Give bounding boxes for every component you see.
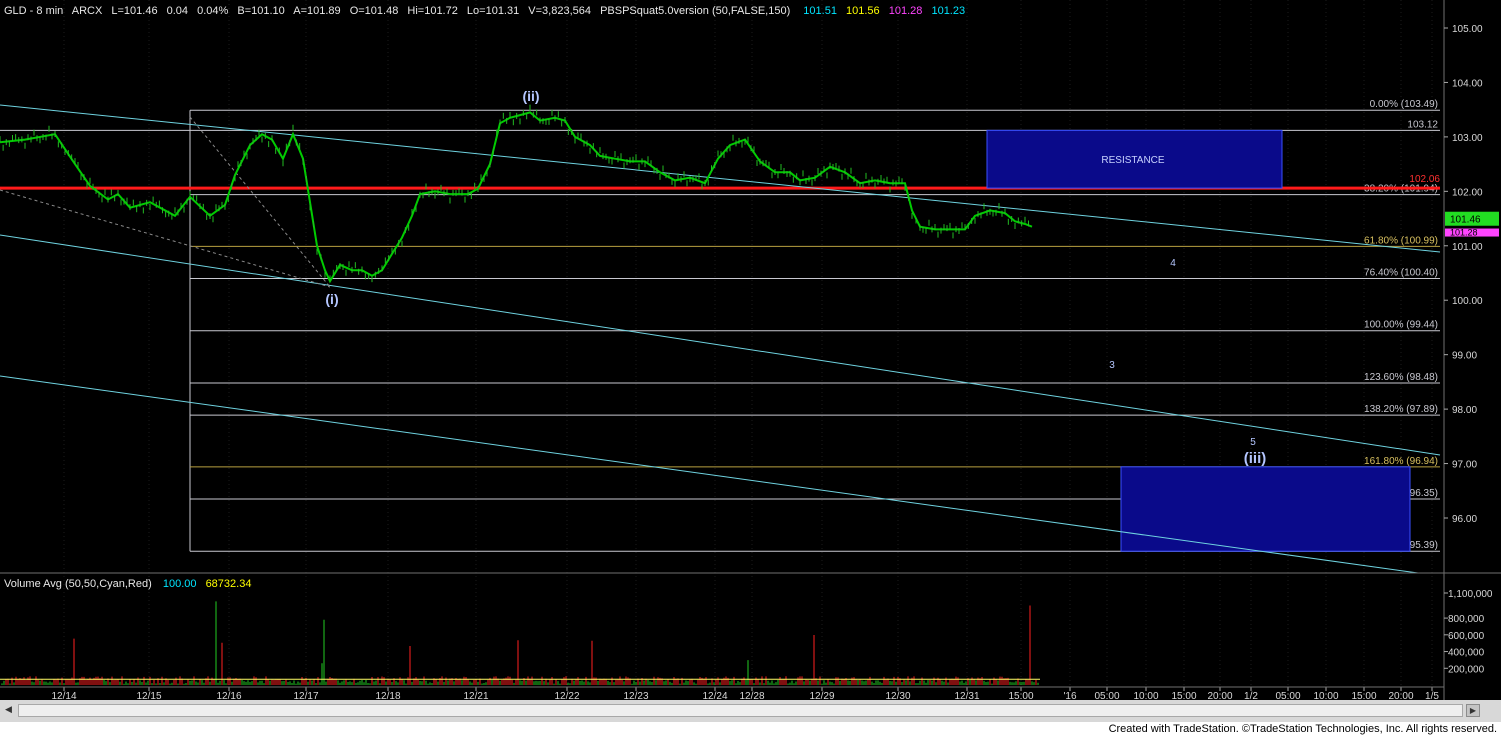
time-tick-label: 12/16 bbox=[216, 691, 241, 700]
indicator-price-tag-label: 101.28 bbox=[1450, 228, 1478, 238]
wave-ii-label: (ii) bbox=[522, 88, 539, 104]
scroll-right-arrow-icon[interactable]: ▶ bbox=[1466, 704, 1480, 717]
price-tick-label: 105.00 bbox=[1452, 24, 1483, 35]
volume-tick-label: 1,100,000 bbox=[1448, 589, 1493, 600]
time-tick-label: 12/17 bbox=[293, 691, 318, 700]
time-tick-label: 1/5 bbox=[1425, 691, 1439, 700]
chart-canvas[interactable]: 0.00% (103.49)103.1238.20% (101.94)61.80… bbox=[0, 0, 1501, 700]
volume-tick-label: 400,000 bbox=[1448, 648, 1485, 659]
fib-level-label: 161.80% (96.94) bbox=[1364, 456, 1438, 467]
time-tick-label: 05:00 bbox=[1275, 691, 1300, 700]
volume-value-1: 100.00 bbox=[163, 578, 197, 590]
time-tick-label: 12/31 bbox=[954, 691, 979, 700]
fib-level-label: 0.00% (103.49) bbox=[1370, 99, 1438, 110]
price-tick-label: 103.00 bbox=[1452, 133, 1483, 144]
subwave-3-label: 3 bbox=[1109, 360, 1115, 371]
subwave-4-label: 4 bbox=[1170, 258, 1176, 269]
footer: Created with TradeStation. ©TradeStation… bbox=[0, 722, 1501, 736]
subwave-5-label: 5 bbox=[1250, 437, 1256, 448]
time-tick-label: 15:00 bbox=[1171, 691, 1196, 700]
time-tick-label: 12/21 bbox=[463, 691, 488, 700]
time-tick-label: 05:00 bbox=[1094, 691, 1119, 700]
open-price: O=101.48 bbox=[350, 5, 399, 17]
volume-tick-label: 800,000 bbox=[1448, 614, 1485, 625]
time-tick-label: 12/14 bbox=[51, 691, 76, 700]
scroll-left-arrow-icon[interactable]: ◀ bbox=[2, 704, 15, 717]
time-tick-label: 20:00 bbox=[1388, 691, 1413, 700]
time-tick-label: 10:00 bbox=[1313, 691, 1338, 700]
chart-window: 0.00% (103.49)103.1238.20% (101.94)61.80… bbox=[0, 0, 1501, 736]
time-tick-label: 15:00 bbox=[1351, 691, 1376, 700]
time-tick-label: '16 bbox=[1063, 691, 1076, 700]
last-price-tag-label: 101.46 bbox=[1450, 215, 1481, 226]
fib-level-label: 138.20% (97.89) bbox=[1364, 404, 1438, 415]
fib-level-label: 61.80% (100.99) bbox=[1364, 235, 1438, 246]
indicator-name: PBSPSquat5.0version (50,FALSE,150) bbox=[600, 5, 790, 17]
indicator-value-3: 101.28 bbox=[889, 5, 923, 17]
time-tick-label: 12/15 bbox=[136, 691, 161, 700]
chart-header: GLD - 8 min ARCX L=101.46 0.04 0.04% B=1… bbox=[4, 5, 965, 17]
price-tick-label: 102.00 bbox=[1452, 187, 1483, 198]
volume-tick-label: 200,000 bbox=[1448, 664, 1485, 675]
time-tick-label: 12/28 bbox=[739, 691, 764, 700]
time-tick-label: 12/18 bbox=[375, 691, 400, 700]
fib-level-label: 123.60% (98.48) bbox=[1364, 372, 1438, 383]
price-tick-label: 99.00 bbox=[1452, 351, 1477, 362]
time-tick-label: 12/22 bbox=[554, 691, 579, 700]
time-tick-label: 12/23 bbox=[623, 691, 648, 700]
wave-i-label: (i) bbox=[325, 291, 338, 307]
time-tick-label: 12/29 bbox=[809, 691, 834, 700]
scroll-track[interactable] bbox=[18, 704, 1463, 717]
bid-price: B=101.10 bbox=[237, 5, 284, 17]
ask-price: A=101.89 bbox=[293, 5, 340, 17]
resistance-label: RESISTANCE bbox=[1101, 155, 1164, 166]
volume-total: V=3,823,564 bbox=[528, 5, 591, 17]
wave-iii-label: (iii) bbox=[1244, 450, 1267, 467]
low-price: Lo=101.31 bbox=[467, 5, 519, 17]
indicator-value-4: 101.23 bbox=[931, 5, 965, 17]
net-change: 0.04 bbox=[167, 5, 188, 17]
price-tick-label: 101.00 bbox=[1452, 242, 1483, 253]
volume-value-2: 68732.34 bbox=[206, 578, 252, 590]
high-price: Hi=101.72 bbox=[407, 5, 457, 17]
fib-level-label: 100.00% (99.44) bbox=[1364, 320, 1438, 331]
time-tick-label: 12/24 bbox=[702, 691, 727, 700]
resistance-line-label: 102.06 bbox=[1409, 174, 1440, 185]
fib-level-label: 103.12 bbox=[1407, 119, 1438, 130]
time-tick-label: 20:00 bbox=[1207, 691, 1232, 700]
fib-level-label: 76.40% (100.40) bbox=[1364, 267, 1438, 278]
price-tick-label: 98.00 bbox=[1452, 405, 1477, 416]
time-tick-label: 15:00 bbox=[1008, 691, 1033, 700]
indicator-value-2: 101.56 bbox=[846, 5, 880, 17]
credits-text: Created with TradeStation. ©TradeStation… bbox=[1108, 723, 1497, 735]
pct-change: 0.04% bbox=[197, 5, 228, 17]
time-tick-label: 10:00 bbox=[1133, 691, 1158, 700]
volume-tick-label: 600,000 bbox=[1448, 631, 1485, 642]
level-labels: 101.46 101.28 bbox=[1445, 211, 1499, 238]
time-tick-label: 12/30 bbox=[885, 691, 910, 700]
last-price: L=101.46 bbox=[111, 5, 157, 17]
exchange-label: ARCX bbox=[72, 5, 103, 17]
price-tick-label: 104.00 bbox=[1452, 78, 1483, 89]
symbol-label: GLD - 8 min bbox=[4, 5, 63, 17]
volume-header: Volume Avg (50,50,Cyan,Red) 100.00 68732… bbox=[4, 578, 251, 590]
volume-indicator-label: Volume Avg (50,50,Cyan,Red) bbox=[4, 578, 152, 590]
horizontal-scrollbar[interactable]: ◀ ▶ bbox=[0, 700, 1501, 722]
price-tick-label: 96.00 bbox=[1452, 514, 1477, 525]
price-tick-label: 97.00 bbox=[1452, 460, 1477, 471]
target-zone bbox=[1120, 466, 1411, 552]
price-tick-label: 100.00 bbox=[1452, 296, 1483, 307]
time-tick-label: 1/2 bbox=[1244, 691, 1258, 700]
indicator-value-1: 101.51 bbox=[803, 5, 837, 17]
